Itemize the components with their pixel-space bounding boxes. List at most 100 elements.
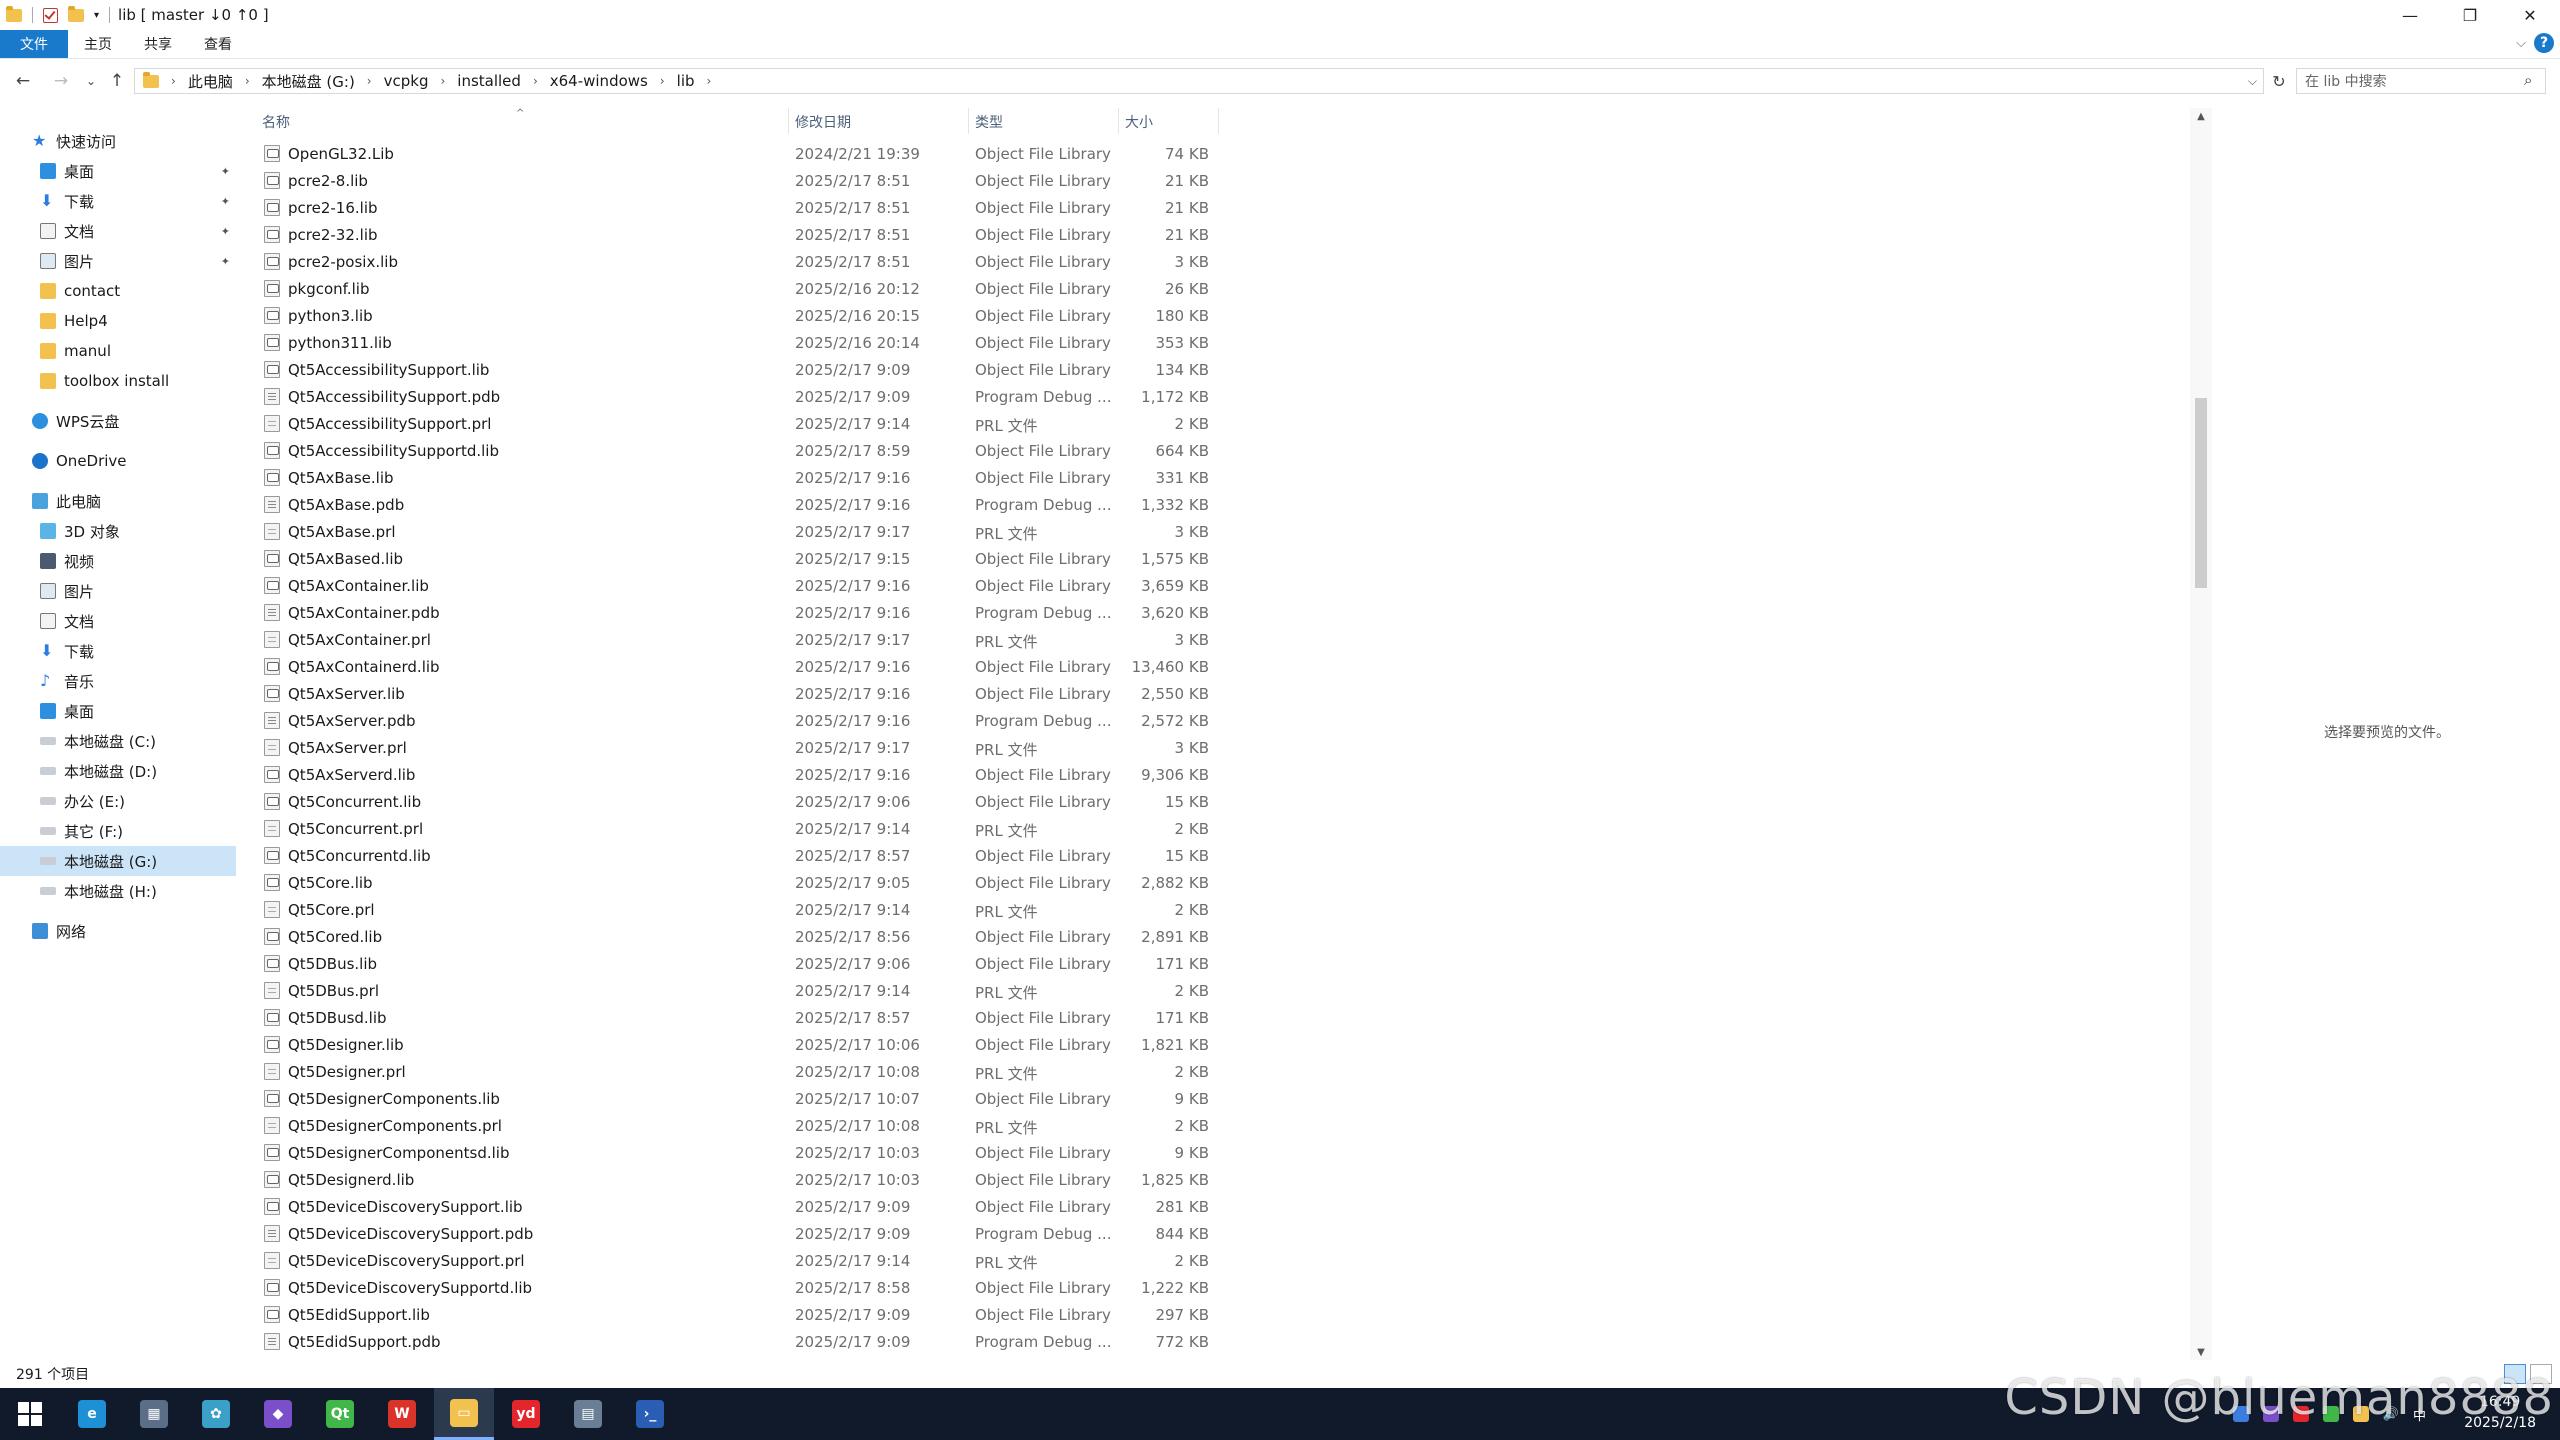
- nav-item-drive-g[interactable]: 本地磁盘 (G:): [0, 846, 236, 876]
- chevron-right-icon[interactable]: ›: [245, 74, 250, 88]
- nav-item-desktop-pc[interactable]: 桌面: [0, 696, 236, 726]
- nav-this-pc[interactable]: 此电脑: [0, 486, 236, 516]
- column-divider[interactable]: [788, 108, 789, 134]
- tab-home[interactable]: 主页: [68, 30, 128, 58]
- taskbar-visual-studio[interactable]: ◆: [248, 1388, 308, 1440]
- file-row[interactable]: python3.lib 2025/2/16 20:15 Object File Li…: [258, 304, 1218, 331]
- file-row[interactable]: Qt5DesignerComponents.prl 2025/2/17 10:08…: [258, 1114, 1218, 1141]
- file-row[interactable]: Qt5AccessibilitySupport.lib 2025/2/17 9:0…: [258, 358, 1218, 385]
- file-row[interactable]: Qt5DeviceDiscoverySupportd.lib 2025/2/17 …: [258, 1276, 1218, 1303]
- shield-icon[interactable]: [2232, 1406, 2249, 1422]
- file-row[interactable]: Qt5AccessibilitySupport.prl 2025/2/17 9:1…: [258, 412, 1218, 439]
- file-row[interactable]: Qt5EdidSupport.pdb 2025/2/17 9:09 Program …: [258, 1330, 1218, 1357]
- tray-app-icon[interactable]: [2322, 1406, 2339, 1422]
- file-row[interactable]: Qt5Core.lib 2025/2/17 9:05 Object File Lib…: [258, 871, 1218, 898]
- file-row[interactable]: Qt5AxServerd.lib 2025/2/17 9:16 Object Fil…: [258, 763, 1218, 790]
- nav-item-contact[interactable]: contact: [0, 276, 236, 306]
- minimize-button[interactable]: —: [2380, 0, 2440, 30]
- file-row[interactable]: Qt5Designer.prl 2025/2/17 10:08 PRL 文件 2 KB: [258, 1060, 1218, 1087]
- column-date[interactable]: 修改日期: [795, 112, 851, 132]
- large-icons-view-button[interactable]: [2530, 1364, 2552, 1384]
- tab-share[interactable]: 共享: [128, 30, 188, 58]
- file-row[interactable]: Qt5AxServer.pdb 2025/2/17 9:16 Program Deb…: [258, 709, 1218, 736]
- nav-wps-cloud[interactable]: WPS云盘: [0, 406, 236, 436]
- file-row[interactable]: Qt5Core.prl 2025/2/17 9:14 PRL 文件 2 KB: [258, 898, 1218, 925]
- file-row[interactable]: pcre2-posix.lib 2025/2/17 8:51 Object File…: [258, 250, 1218, 277]
- nav-item-drive-c[interactable]: 本地磁盘 (C:): [0, 726, 236, 756]
- tray-app-icon[interactable]: [2352, 1406, 2369, 1422]
- pin-icon[interactable]: ✦: [221, 255, 230, 268]
- chevron-right-icon[interactable]: ›: [367, 74, 372, 88]
- chevron-right-icon[interactable]: ›: [171, 74, 176, 88]
- file-row[interactable]: Qt5DeviceDiscoverySupport.pdb 2025/2/17 9…: [258, 1222, 1218, 1249]
- pin-icon[interactable]: ✦: [221, 165, 230, 178]
- nav-item-drive-e[interactable]: 办公 (E:): [0, 786, 236, 816]
- taskbar-file-explorer[interactable]: ▭: [434, 1388, 494, 1440]
- file-row[interactable]: Qt5Designerd.lib 2025/2/17 10:03 Object Fi…: [258, 1168, 1218, 1195]
- nav-item-documents[interactable]: 文档 ✦: [0, 216, 236, 246]
- file-row[interactable]: Qt5DBusd.lib 2025/2/17 8:57 Object File Li…: [258, 1006, 1218, 1033]
- file-row[interactable]: pcre2-16.lib 2025/2/17 8:51 Object File Li…: [258, 196, 1218, 223]
- nav-item-3d-objects[interactable]: 3D 对象: [0, 516, 236, 546]
- close-button[interactable]: ✕: [2500, 0, 2560, 30]
- taskbar-remote[interactable]: ▤: [558, 1388, 618, 1440]
- nav-item-drive-f[interactable]: 其它 (F:): [0, 816, 236, 846]
- back-button[interactable]: ←: [8, 66, 38, 96]
- nav-item-drive-d[interactable]: 本地磁盘 (D:): [0, 756, 236, 786]
- file-row[interactable]: Qt5AxContainer.prl 2025/2/17 9:17 PRL 文件 3 …: [258, 628, 1218, 655]
- tab-view[interactable]: 查看: [188, 30, 248, 58]
- breadcrumb-drive-g[interactable]: 本地磁盘 (G:): [262, 71, 355, 92]
- search-input[interactable]: 在 lib 中搜索: [2296, 68, 2546, 94]
- column-size[interactable]: 大小: [1125, 112, 1153, 132]
- taskbar-powershell[interactable]: ›_: [620, 1388, 680, 1440]
- file-row[interactable]: Qt5DBus.prl 2025/2/17 9:14 PRL 文件 2 KB: [258, 979, 1218, 1006]
- nav-item-pictures-pc[interactable]: 图片: [0, 576, 236, 606]
- start-button[interactable]: [0, 1388, 60, 1440]
- breadcrumb-this-pc[interactable]: 此电脑: [188, 71, 233, 92]
- taskbar-wps[interactable]: W: [372, 1388, 432, 1440]
- nav-item-music[interactable]: ♪ 音乐: [0, 666, 236, 696]
- file-row[interactable]: python311.lib 2025/2/16 20:14 Object File …: [258, 331, 1218, 358]
- scroll-up-icon[interactable]: ▲: [2190, 108, 2212, 124]
- file-row[interactable]: Qt5AccessibilitySupportd.lib 2025/2/17 8:…: [258, 439, 1218, 466]
- forward-button[interactable]: →: [46, 66, 76, 96]
- file-row[interactable]: Qt5DeviceDiscoverySupport.lib 2025/2/17 9…: [258, 1195, 1218, 1222]
- maximize-button[interactable]: ❐: [2440, 0, 2500, 30]
- vertical-scrollbar[interactable]: ▲ ▼: [2190, 108, 2212, 1360]
- file-row[interactable]: Qt5DBus.lib 2025/2/17 9:06 Object File Lib…: [258, 952, 1218, 979]
- file-row[interactable]: Qt5DesignerComponentsd.lib 2025/2/17 10:0…: [258, 1141, 1218, 1168]
- taskbar-qt-creator[interactable]: Qt: [310, 1388, 370, 1440]
- file-row[interactable]: Qt5AxContainerd.lib 2025/2/17 9:16 Object …: [258, 655, 1218, 682]
- column-divider[interactable]: [1118, 108, 1119, 134]
- file-row[interactable]: Qt5EdidSupport.lib 2025/2/17 9:09 Object F…: [258, 1303, 1218, 1330]
- chevron-right-icon[interactable]: ›: [533, 74, 538, 88]
- nav-item-downloads[interactable]: ⬇ 下载 ✦: [0, 186, 236, 216]
- scrollbar-thumb[interactable]: [2195, 398, 2207, 588]
- properties-icon[interactable]: [43, 7, 58, 23]
- breadcrumb-installed[interactable]: installed: [457, 72, 521, 90]
- taskbar-calculator[interactable]: ▦: [124, 1388, 184, 1440]
- nav-item-downloads-pc[interactable]: ⬇ 下载: [0, 636, 236, 666]
- file-row[interactable]: Qt5AxContainer.pdb 2025/2/17 9:16 Program …: [258, 601, 1218, 628]
- chevron-right-icon[interactable]: ›: [660, 74, 665, 88]
- nav-item-help4[interactable]: Help4: [0, 306, 236, 336]
- file-row[interactable]: Qt5Concurrent.lib 2025/2/17 9:06 Object Fi…: [258, 790, 1218, 817]
- address-bar[interactable]: › 此电脑 › 本地磁盘 (G:) › vcpkg › installed › …: [134, 68, 2264, 94]
- file-row[interactable]: Qt5Cored.lib 2025/2/17 8:56 Object File Li…: [258, 925, 1218, 952]
- new-folder-icon[interactable]: [68, 5, 84, 22]
- column-divider[interactable]: [968, 108, 969, 134]
- address-dropdown-icon[interactable]: ⌵: [2248, 74, 2257, 89]
- breadcrumb-x64-windows[interactable]: x64-windows: [550, 72, 648, 90]
- nav-quick-access[interactable]: ★ 快速访问: [0, 126, 236, 156]
- file-row[interactable]: Qt5AccessibilitySupport.pdb 2025/2/17 9:0…: [258, 385, 1218, 412]
- column-type[interactable]: 类型: [975, 112, 1003, 132]
- file-row[interactable]: Qt5AxBase.prl 2025/2/17 9:17 PRL 文件 3 KB: [258, 520, 1218, 547]
- up-button[interactable]: ↑: [102, 66, 132, 96]
- nav-item-pictures[interactable]: 图片 ✦: [0, 246, 236, 276]
- file-row[interactable]: pcre2-32.lib 2025/2/17 8:51 Object File Li…: [258, 223, 1218, 250]
- file-row[interactable]: Qt5AxBased.lib 2025/2/17 9:15 Object File …: [258, 547, 1218, 574]
- tab-file[interactable]: 文件: [0, 30, 68, 58]
- nav-item-documents-pc[interactable]: 文档: [0, 606, 236, 636]
- file-row[interactable]: Qt5Designer.lib 2025/2/17 10:06 Object Fil…: [258, 1033, 1218, 1060]
- tray-app-icon[interactable]: [2292, 1406, 2309, 1422]
